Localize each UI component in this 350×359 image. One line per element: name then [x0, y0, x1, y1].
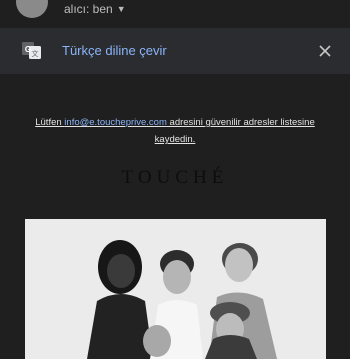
brand-logo[interactable]: TOUCHÉ	[0, 167, 350, 189]
notice-prefix: Lütfen	[35, 117, 65, 128]
translate-button[interactable]: Türkçe diline çevir	[62, 43, 167, 58]
hero-photo-illustration	[25, 219, 326, 359]
recipient-label: alıcı: ben	[64, 2, 113, 16]
close-icon[interactable]	[314, 40, 336, 62]
chevron-down-icon: ▼	[116, 4, 126, 14]
sender-avatar[interactable]	[16, 0, 48, 18]
svg-text:G: G	[25, 45, 31, 54]
hero-image[interactable]	[25, 219, 326, 359]
svg-text:文: 文	[32, 49, 39, 58]
email-link[interactable]: info@e.toucheprive.com	[64, 117, 167, 128]
translate-icon: G 文	[22, 42, 41, 59]
safe-sender-notice: Lütfen info@e.toucheprive.com adresini g…	[20, 114, 330, 148]
translate-bar: G 文 Türkçe diline çevir	[0, 28, 350, 74]
recipient-toggle[interactable]: alıcı: ben ▼	[64, 2, 126, 16]
notice-suffix: adresini güvenilir adresler listesine ka…	[154, 117, 315, 145]
